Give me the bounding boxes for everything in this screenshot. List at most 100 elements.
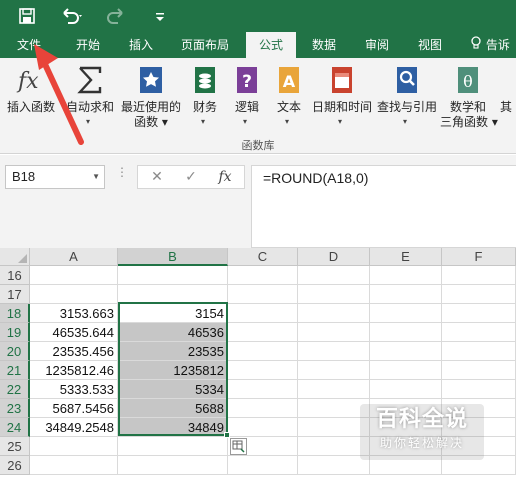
cell-a22[interactable]: 5333.533 <box>30 380 118 399</box>
cell-a24[interactable]: 34849.2548 <box>30 418 118 437</box>
cell-f18[interactable] <box>442 304 516 323</box>
tab-page-layout[interactable]: 页面布局 <box>172 32 238 58</box>
column-header-a[interactable]: A <box>30 248 118 266</box>
cell-d20[interactable] <box>298 342 370 361</box>
cell-d16[interactable] <box>298 266 370 285</box>
cell-c20[interactable] <box>228 342 298 361</box>
logical-label: 逻辑 <box>234 100 259 114</box>
cell-e19[interactable] <box>370 323 442 342</box>
cell-e17[interactable] <box>370 285 442 304</box>
row-header-22[interactable]: 22 <box>0 380 30 399</box>
cancel-icon[interactable]: ✕ <box>142 166 172 188</box>
cell-d22[interactable] <box>298 380 370 399</box>
column-header-f[interactable]: F <box>442 248 516 266</box>
cell-c18[interactable] <box>228 304 298 323</box>
tab-formulas[interactable]: 公式 <box>246 32 296 58</box>
column-header-d[interactable]: D <box>298 248 370 266</box>
cell-f17[interactable] <box>442 285 516 304</box>
save-icon[interactable] <box>16 4 38 28</box>
redo-icon[interactable] <box>104 4 130 28</box>
cell-e16[interactable] <box>370 266 442 285</box>
cell-d19[interactable] <box>298 323 370 342</box>
cell-f19[interactable] <box>442 323 516 342</box>
text-button[interactable]: A 文本 ▾ <box>270 62 308 134</box>
autosum-button[interactable]: 自动求和 ▾ <box>62 62 118 134</box>
math-trig-icon: θ <box>453 64 483 96</box>
financial-button[interactable]: 财务 ▾ <box>186 62 224 134</box>
enter-icon[interactable]: ✓ <box>176 166 206 188</box>
tell-me-box[interactable]: 告诉 <box>470 32 510 58</box>
cell-c22[interactable] <box>228 380 298 399</box>
cell-e21[interactable] <box>370 361 442 380</box>
cell-b26[interactable] <box>118 456 228 475</box>
more-functions-button[interactable]: 其 <box>500 62 516 134</box>
cell-a26[interactable] <box>30 456 118 475</box>
math-trig-label: 数学和 三角函数 ▾ <box>440 100 498 130</box>
cell-d17[interactable] <box>298 285 370 304</box>
row-header-19[interactable]: 19 <box>0 323 30 342</box>
column-header-c[interactable]: C <box>228 248 298 266</box>
tab-insert[interactable]: 插入 <box>118 32 164 58</box>
row-header-20[interactable]: 20 <box>0 342 30 361</box>
cell-a19[interactable]: 46535.644 <box>30 323 118 342</box>
select-all-button[interactable] <box>0 248 30 266</box>
chevron-down-icon: ▾ <box>285 117 290 126</box>
insert-function-fx-button[interactable]: fx <box>210 166 240 188</box>
column-header-e[interactable]: E <box>370 248 442 266</box>
cell-a21[interactable]: 1235812.46 <box>30 361 118 380</box>
row-header-17[interactable]: 17 <box>0 285 30 304</box>
tab-view[interactable]: 视图 <box>406 32 454 58</box>
cell-d26[interactable] <box>298 456 370 475</box>
quick-analysis-button[interactable] <box>230 438 247 455</box>
row-header-25[interactable]: 25 <box>0 437 30 456</box>
row-header-18[interactable]: 18 <box>0 304 30 323</box>
tab-review[interactable]: 审阅 <box>354 32 400 58</box>
row-header-24[interactable]: 24 <box>0 418 30 437</box>
recently-used-button[interactable]: 最近使用的 函数 ▾ <box>120 62 182 134</box>
cell-e18[interactable] <box>370 304 442 323</box>
cell-a23[interactable]: 5687.5456 <box>30 399 118 418</box>
cell-c16[interactable] <box>228 266 298 285</box>
tab-data[interactable]: 数据 <box>300 32 348 58</box>
cell-f22[interactable] <box>442 380 516 399</box>
cell-d21[interactable] <box>298 361 370 380</box>
lookup-reference-button[interactable]: 查找与引用 ▾ <box>376 62 438 134</box>
cell-f20[interactable] <box>442 342 516 361</box>
customize-icon[interactable] <box>150 4 170 28</box>
cell-d18[interactable] <box>298 304 370 323</box>
chevron-down-icon[interactable]: ▼ <box>92 166 100 188</box>
cell-a25[interactable] <box>30 437 118 456</box>
cell-a18[interactable]: 3153.663 <box>30 304 118 323</box>
cell-c26[interactable] <box>228 456 298 475</box>
column-header-b[interactable]: B <box>118 248 228 266</box>
cell-c23[interactable] <box>228 399 298 418</box>
cell-c21[interactable] <box>228 361 298 380</box>
cell-b16[interactable] <box>118 266 228 285</box>
cell-f16[interactable] <box>442 266 516 285</box>
cell-c19[interactable] <box>228 323 298 342</box>
row-header-26[interactable]: 26 <box>0 456 30 475</box>
formula-input[interactable]: =ROUND(A18,0) <box>251 165 516 248</box>
row-header-16[interactable]: 16 <box>0 266 30 285</box>
tab-home[interactable]: 开始 <box>64 32 112 58</box>
cell-f21[interactable] <box>442 361 516 380</box>
math-trig-button[interactable]: θ 数学和 三角函数 ▾ <box>440 62 498 134</box>
cell-e20[interactable] <box>370 342 442 361</box>
name-box[interactable]: B18 ▼ <box>5 165 105 189</box>
text-icon: A <box>274 64 304 96</box>
cell-a17[interactable] <box>30 285 118 304</box>
cell-c17[interactable] <box>228 285 298 304</box>
undo-icon[interactable] <box>58 4 84 28</box>
row-header-21[interactable]: 21 <box>0 361 30 380</box>
logical-button[interactable]: ? 逻辑 ▾ <box>228 62 266 134</box>
row-header-23[interactable]: 23 <box>0 399 30 418</box>
cell-e22[interactable] <box>370 380 442 399</box>
cell-a20[interactable]: 23535.456 <box>30 342 118 361</box>
date-time-button[interactable]: 日期和时间 ▾ <box>310 62 374 134</box>
cell-a16[interactable] <box>30 266 118 285</box>
drag-handle-icon[interactable]: ⋮ <box>116 166 128 178</box>
insert-function-button[interactable]: fx 插入函数 <box>4 62 58 134</box>
cell-c24[interactable] <box>228 418 298 437</box>
cell-b25[interactable] <box>118 437 228 456</box>
tab-file[interactable]: 文件 <box>6 32 52 58</box>
